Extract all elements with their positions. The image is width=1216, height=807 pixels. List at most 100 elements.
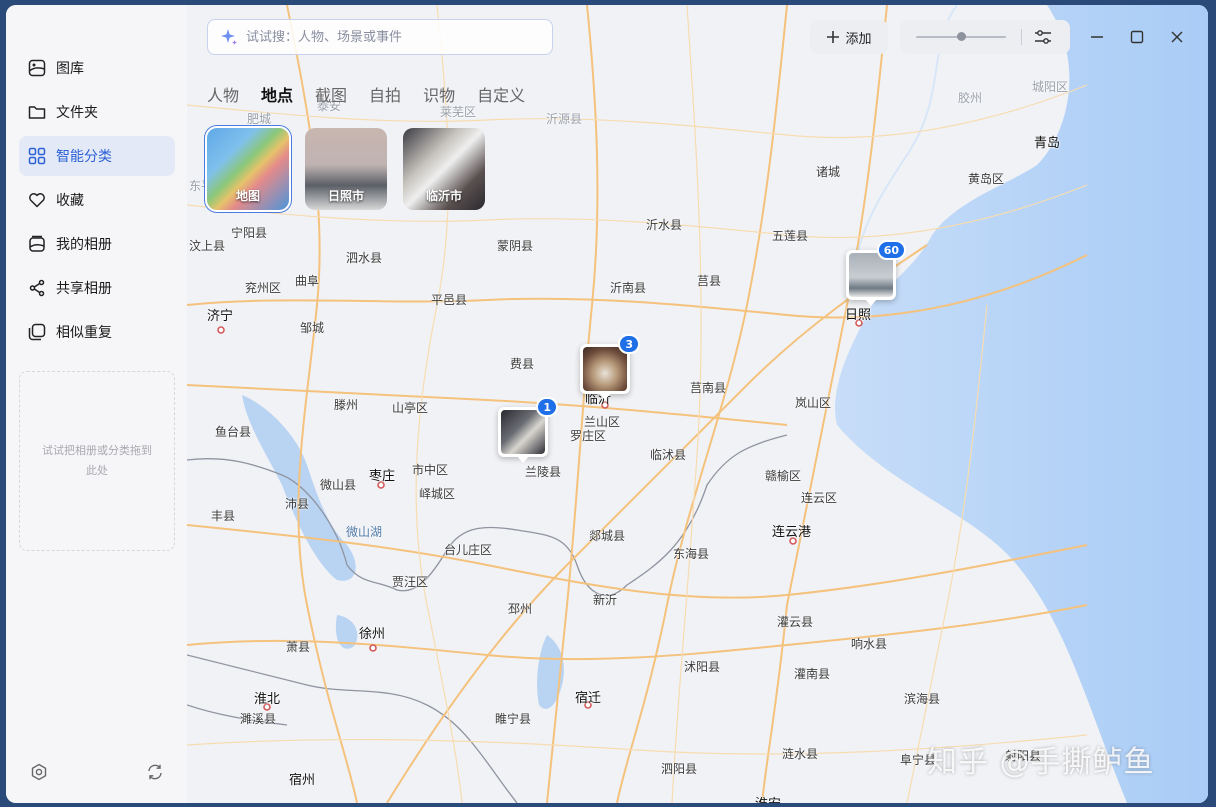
map-label: 宿州 (289, 773, 316, 788)
add-button-label: 添加 (845, 31, 872, 47)
close-icon (1170, 30, 1184, 44)
watermark: 知乎 @手撕鲈鱼 (927, 745, 1155, 780)
tab-selfies[interactable]: 自拍 (369, 82, 401, 106)
map-label: 萧县 (286, 640, 311, 654)
map-label: 淮安 (755, 793, 781, 803)
tab-objects[interactable]: 识物 (423, 82, 455, 106)
map-label: 微山县 (320, 478, 357, 492)
photo-count-badge: 3 (618, 334, 640, 354)
gallery-icon (27, 58, 47, 78)
place-thumbnails: 地图 日照市 临沂市 (205, 126, 501, 212)
map-marker-rizhao[interactable]: 60 (846, 240, 906, 306)
map-label: 徐州 (359, 627, 386, 642)
map-label: 新沂 (593, 593, 618, 607)
map-label: 沂源县 (546, 112, 583, 126)
sidebar: 图库 文件夹 智能分类 收藏 我的相册 共享相册 相似重复 试试把相册或分类拖到… (6, 5, 187, 803)
close-button[interactable] (1163, 23, 1191, 51)
map-label: 微山湖 (346, 525, 383, 539)
map-label: 郯城县 (589, 529, 626, 543)
marker-pointer (599, 393, 611, 400)
tab-custom[interactable]: 自定义 (477, 82, 525, 106)
sidebar-item-label: 相似重复 (56, 325, 112, 341)
map-label: 连云区 (801, 491, 838, 505)
map-label: 邹城 (300, 321, 325, 335)
map-label: 罗庄区 (570, 429, 607, 443)
sync-icon (146, 763, 164, 785)
map-label: 台儿庄区 (444, 543, 493, 557)
tab-places[interactable]: 地点 (261, 82, 293, 106)
tab-people[interactable]: 人物 (207, 82, 239, 106)
place-thumb-linyi[interactable]: 临沂市 (403, 128, 485, 210)
sidebar-item-label: 共享相册 (56, 281, 112, 297)
sync-button[interactable] (143, 762, 167, 786)
map-label: 蒙阴县 (497, 239, 534, 253)
map-marker-linyi[interactable]: 3 (580, 334, 640, 400)
maximize-button[interactable] (1123, 23, 1151, 51)
map-label: 诸城 (816, 165, 841, 179)
map-label: 灌云县 (777, 615, 814, 629)
sidebar-item-folder[interactable]: 文件夹 (19, 92, 175, 132)
marker-pointer (865, 299, 877, 306)
folder-icon (27, 102, 47, 122)
map-label: 五莲县 (772, 229, 809, 243)
place-thumb-label: 临沂市 (425, 189, 462, 203)
map-view[interactable]: 肥城 泰安 莱芜区 沂源县 胶州 城阳区 青岛 黄岛区 诸城 宁阳县 泗水县 蒙… (187, 5, 1208, 803)
add-button[interactable]: 添加 (810, 20, 888, 54)
search-input[interactable] (246, 29, 546, 45)
map-label: 岚山区 (795, 396, 832, 410)
map-label: 濉溪县 (240, 712, 277, 726)
sidebar-item-my-albums[interactable]: 我的相册 (19, 224, 175, 264)
map-label: 莒南县 (690, 381, 727, 395)
marker-photo (501, 410, 545, 454)
zoom-slider-thumb[interactable] (956, 32, 966, 41)
place-thumb-rizhao[interactable]: 日照市 (305, 128, 387, 210)
sidebar-item-label: 文件夹 (56, 105, 98, 121)
sidebar-item-label: 收藏 (56, 193, 84, 209)
sidebar-item-shared-albums[interactable]: 共享相册 (19, 268, 175, 308)
map-label: 泗阳县 (661, 762, 698, 776)
map-label: 汶上县 (189, 239, 226, 253)
marker-pointer (517, 456, 529, 463)
drop-zone-hint: 试试把相册或分类拖到此处 (42, 444, 152, 477)
maximize-icon (1130, 30, 1144, 44)
sliders-icon (1034, 28, 1052, 46)
album-drop-zone[interactable]: 试试把相册或分类拖到此处 (19, 371, 175, 551)
sidebar-item-gallery[interactable]: 图库 (19, 48, 175, 88)
map-label: 莒县 (697, 274, 722, 288)
plus-icon (826, 30, 840, 44)
sparkle-icon (220, 28, 238, 46)
grid-icon (27, 146, 47, 166)
map-label: 沂水县 (646, 218, 683, 232)
map-marker-lanling[interactable]: 1 (498, 397, 558, 463)
divider (1021, 29, 1022, 45)
sidebar-item-smart-categories[interactable]: 智能分类 (19, 136, 175, 176)
map-label: 城阳区 (1032, 80, 1069, 94)
map-label: 济宁 (207, 309, 234, 324)
app-window: 图库 文件夹 智能分类 收藏 我的相册 共享相册 相似重复 试试把相册或分类拖到… (6, 5, 1208, 803)
place-thumb-map[interactable]: 地图 (205, 126, 291, 212)
map-label: 鱼台县 (215, 425, 252, 439)
map-label: 黄岛区 (968, 172, 1005, 186)
map-label: 临沭县 (650, 448, 687, 462)
map-label: 泗水县 (346, 251, 383, 265)
minimize-button[interactable] (1083, 23, 1111, 51)
map-label: 邳州 (508, 602, 533, 616)
place-thumb-label: 地图 (235, 189, 260, 203)
map-label: 兖州区 (245, 281, 282, 295)
settings-icon (30, 763, 48, 785)
place-thumb-label: 日照市 (327, 189, 364, 203)
map-label: 响水县 (851, 637, 888, 651)
map-label: 曲阜 (295, 274, 320, 288)
sidebar-item-favorites[interactable]: 收藏 (19, 180, 175, 220)
map-label: 灌南县 (794, 667, 831, 681)
sidebar-item-similar-duplicates[interactable]: 相似重复 (19, 312, 175, 352)
album-icon (27, 234, 47, 254)
map-label: 肥城 (247, 112, 272, 126)
heart-icon (27, 190, 47, 210)
filter-button[interactable] (1032, 27, 1054, 47)
tab-screenshots[interactable]: 截图 (315, 82, 347, 106)
search-box[interactable] (207, 19, 553, 55)
map-label: 宁阳县 (231, 226, 268, 240)
settings-button[interactable] (27, 762, 51, 786)
map-label: 青岛 (1034, 136, 1061, 151)
